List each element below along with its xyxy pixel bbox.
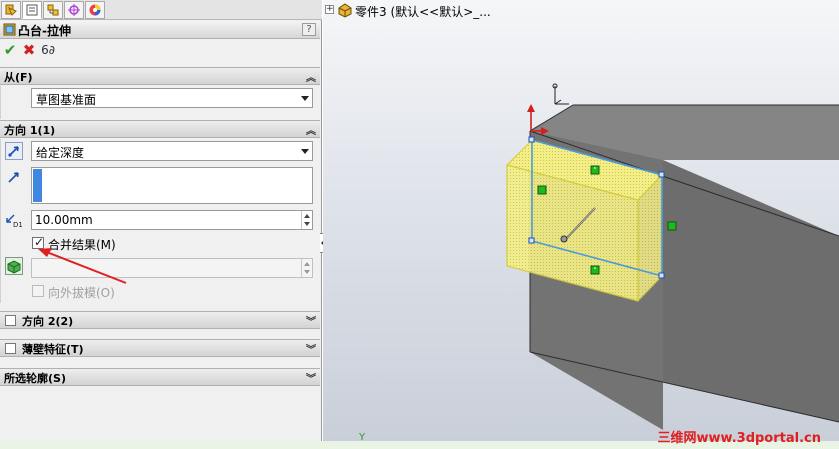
tab-feature-manager[interactable]	[1, 1, 21, 19]
depth-input[interactable]: 10.00mm	[31, 210, 313, 230]
model-view	[506, 83, 839, 430]
property-manager-title: 凸台-拉伸	[18, 24, 71, 38]
chevron-down-icon	[301, 149, 309, 154]
direction2-enable-checkbox[interactable]	[5, 315, 16, 326]
detailed-preview-button[interactable]: 6∂	[40, 42, 56, 58]
depth-d1-icon: D1	[6, 214, 22, 228]
tab-configuration-manager[interactable]	[43, 1, 63, 19]
section-direction2-label: 方向 2(2)	[22, 315, 74, 328]
expand-chevron-icon[interactable]: ︾	[306, 370, 316, 385]
tab-property-manager[interactable]	[22, 1, 42, 19]
chevron-down-icon	[301, 96, 309, 101]
section-thin-feature-label: 薄壁特征(T)	[22, 343, 84, 356]
part-icon	[338, 3, 352, 18]
active-selection-indicator	[33, 169, 42, 202]
direction-selection-box[interactable]	[31, 167, 313, 204]
section-direction1-body: 给定深度 D1 10.00mm ✓ 合并结果(M) 向外拔模(O)	[0, 139, 320, 303]
draft-outward-label: 向外拔模(O)	[48, 286, 115, 300]
draft-toggle-icon[interactable]	[5, 257, 23, 275]
feature-manager-icon	[5, 4, 17, 16]
expand-chevron-icon[interactable]: ︾	[306, 341, 316, 356]
thin-feature-enable-checkbox[interactable]	[5, 343, 16, 354]
graphics-area[interactable]: + 零件3 (默认<<默认>_... Y	[323, 0, 839, 441]
direction-vector-icon	[8, 172, 19, 183]
manager-tab-bar	[0, 0, 322, 20]
configuration-manager-icon	[47, 4, 59, 16]
property-manager-actions: ✔ ✖ 6∂	[0, 40, 320, 62]
property-manager-icon	[26, 4, 38, 16]
axis-y-label: Y	[359, 432, 366, 441]
collapse-chevron-icon[interactable]: ︽	[306, 122, 316, 137]
draft-outward-box	[32, 285, 44, 297]
check-icon: ✓	[34, 235, 45, 249]
tab-display-manager[interactable]	[85, 1, 105, 19]
reverse-direction-icon[interactable]	[5, 142, 23, 160]
part-name: 零件3 (默认<<默认>_...	[355, 5, 491, 19]
merge-result-checkbox[interactable]: ✓ 合并结果(M)	[32, 235, 182, 252]
section-from-label: 从(F)	[4, 71, 33, 84]
draft-angle-input	[31, 258, 313, 278]
display-manager-icon	[89, 4, 101, 16]
collapse-chevron-icon[interactable]: ︽	[306, 69, 316, 84]
merge-result-label: 合并结果(M)	[48, 238, 116, 252]
section-from-header[interactable]: 从(F) ︽	[0, 67, 320, 85]
section-selected-contours-label: 所选轮廓(S)	[4, 372, 66, 385]
ok-button[interactable]: ✔	[2, 42, 18, 58]
section-direction2-header[interactable]: 方向 2(2) ︾	[0, 311, 320, 329]
section-direction1-header[interactable]: 方向 1(1) ︽	[0, 120, 320, 138]
merge-result-box[interactable]: ✓	[32, 235, 45, 249]
svg-text:D1: D1	[13, 221, 22, 228]
help-button[interactable]: ?	[302, 23, 316, 36]
boss-extrude-icon	[3, 23, 16, 36]
cancel-button[interactable]: ✖	[21, 42, 37, 58]
draft-angle-spinner	[301, 259, 312, 277]
expand-chevron-icon[interactable]: ︾	[306, 313, 316, 328]
depth-spinner[interactable]	[301, 211, 312, 229]
dimxpert-icon	[68, 4, 80, 16]
tab-dimxpert-manager[interactable]	[64, 1, 84, 19]
section-direction1-label: 方向 1(1)	[4, 124, 56, 137]
from-start-condition-value: 草图基准面	[36, 93, 97, 107]
section-selected-contours-header[interactable]: 所选轮廓(S) ︾	[0, 368, 320, 386]
property-manager-panel: 凸台-拉伸 ? ✔ ✖ 6∂ 从(F) ︽ 草图基准面 方向 1(1) ︽ 给定…	[0, 0, 322, 449]
expand-tree-icon[interactable]: +	[325, 5, 334, 14]
end-condition-value: 给定深度	[36, 146, 85, 160]
section-from-body: 草图基准面	[0, 86, 320, 119]
draft-outward-checkbox: 向外拔模(O)	[32, 284, 182, 300]
property-manager-titlebar: 凸台-拉伸 ?	[0, 21, 320, 39]
end-condition-select[interactable]: 给定深度	[31, 141, 313, 161]
section-thin-feature-header[interactable]: 薄壁特征(T) ︾	[0, 339, 320, 357]
depth-value: 10.00mm	[35, 213, 93, 227]
from-start-condition-select[interactable]: 草图基准面	[31, 88, 313, 108]
watermark-text: 三维网www.3dportal.cn	[657, 431, 821, 446]
